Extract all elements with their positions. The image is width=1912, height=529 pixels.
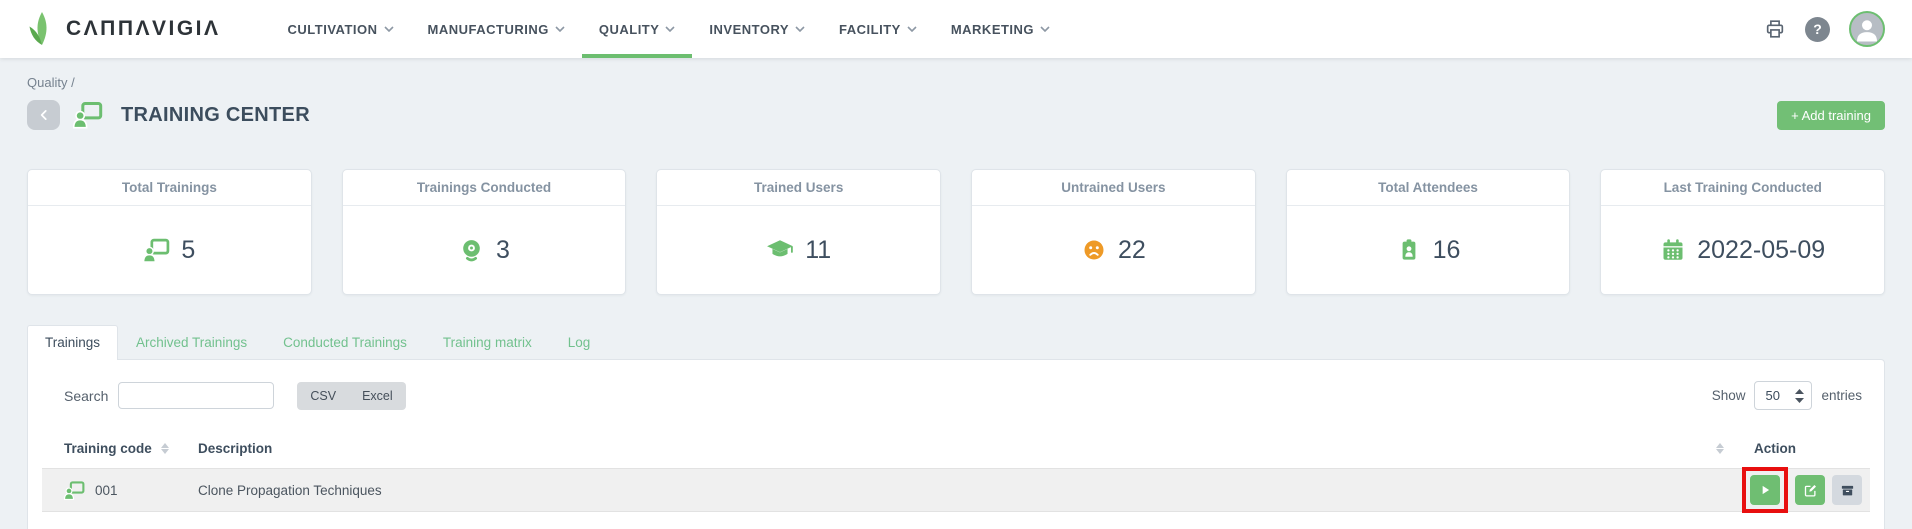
chevron-down-icon <box>665 26 675 32</box>
nav-item-manufacturing[interactable]: MANUFACTURING <box>411 0 582 58</box>
chevron-down-icon <box>555 26 565 32</box>
back-button[interactable] <box>27 100 60 130</box>
stat-value: 5 <box>181 236 195 265</box>
nav-item-facility[interactable]: FACILITY <box>822 0 934 58</box>
table-row: 001 Clone Propagation Techniques <box>42 468 1870 512</box>
stat-value: 11 <box>805 236 831 265</box>
tab-trainings[interactable]: Trainings <box>27 325 118 360</box>
stat-card-last-training-conducted: Last Training Conducted 2022-05-09 <box>1600 169 1885 295</box>
badge-icon <box>1396 237 1422 263</box>
highlight-box <box>1742 467 1788 513</box>
edit-icon <box>1803 483 1818 498</box>
chevron-down-icon <box>1040 26 1050 32</box>
print-button[interactable] <box>1764 18 1786 40</box>
stat-card-trainings-conducted: Trainings Conducted 3 <box>342 169 627 295</box>
column-header-description: Description <box>198 441 272 456</box>
brand-wordmark: CΛΠΠΛVIGIΛ <box>66 17 221 41</box>
nav-item-inventory[interactable]: INVENTORY <box>692 0 822 58</box>
nav-item-marketing[interactable]: MARKETING <box>934 0 1067 58</box>
trainings-panel: Search CSV Excel Show 50 entries <box>27 359 1885 529</box>
tab-conducted-trainings[interactable]: Conducted Trainings <box>265 325 425 359</box>
tab-bar: Trainings Archived Trainings Conducted T… <box>27 325 1885 359</box>
printer-icon <box>1764 18 1786 40</box>
search-label: Search <box>64 388 108 404</box>
column-header-training-code: Training code <box>64 441 152 456</box>
play-training-button[interactable] <box>1750 475 1780 505</box>
nav-item-quality[interactable]: QUALITY <box>582 0 693 58</box>
stat-label: Total Trainings <box>28 170 311 206</box>
nav-item-cultivation[interactable]: CULTIVATION <box>271 0 411 58</box>
sad-face-icon <box>1081 237 1107 263</box>
webcam-icon <box>458 237 485 264</box>
main-nav: CULTIVATION MANUFACTURING QUALITY INVENT… <box>271 0 1068 58</box>
breadcrumb[interactable]: Quality / <box>27 75 1885 90</box>
page-title: TRAINING CENTER <box>121 104 310 127</box>
entries-label: entries <box>1821 388 1862 403</box>
training-description: Clone Propagation Techniques <box>198 483 382 498</box>
chevron-down-icon <box>907 26 917 32</box>
training-icon <box>64 480 85 501</box>
stat-label: Trainings Conducted <box>343 170 626 206</box>
leaf-logo-icon <box>27 11 57 47</box>
user-avatar[interactable] <box>1849 11 1885 47</box>
show-label: Show <box>1712 388 1746 403</box>
stat-card-untrained-users: Untrained Users 22 <box>971 169 1256 295</box>
stat-card-total-trainings: Total Trainings 5 <box>27 169 312 295</box>
archive-training-button[interactable] <box>1832 475 1862 505</box>
add-training-button[interactable]: + Add training <box>1777 101 1885 130</box>
sort-icon[interactable] <box>161 443 169 454</box>
stepper-icon <box>1795 389 1804 403</box>
sort-icon[interactable] <box>1716 443 1724 454</box>
brand-logo[interactable]: CΛΠΠΛVIGIΛ <box>27 11 221 47</box>
training-icon <box>143 237 170 264</box>
tab-training-matrix[interactable]: Training matrix <box>425 325 550 359</box>
stat-label: Trained Users <box>657 170 940 206</box>
stat-value: 3 <box>496 236 510 265</box>
training-code: 001 <box>95 483 118 498</box>
help-button[interactable]: ? <box>1805 17 1830 42</box>
play-icon <box>1758 483 1772 497</box>
page-size-select[interactable]: 50 <box>1754 381 1812 410</box>
stat-value: 2022-05-09 <box>1697 236 1825 265</box>
top-navbar: CΛΠΠΛVIGIΛ CULTIVATION MANUFACTURING QUA… <box>0 0 1912 58</box>
stats-row: Total Trainings 5 Trainings Conducted <box>27 169 1885 295</box>
stat-value: 22 <box>1118 236 1146 265</box>
chevron-down-icon <box>795 26 805 32</box>
chevron-left-icon <box>37 108 51 122</box>
tab-log[interactable]: Log <box>550 325 609 359</box>
chevron-down-icon <box>384 26 394 32</box>
search-input[interactable] <box>118 382 274 409</box>
help-icon: ? <box>1805 17 1830 42</box>
stat-label: Total Attendees <box>1287 170 1570 206</box>
training-icon <box>73 100 103 130</box>
trainings-table: Training code Description Action <box>42 431 1870 512</box>
archive-box-icon <box>1840 483 1855 498</box>
stat-card-total-attendees: Total Attendees 16 <box>1286 169 1571 295</box>
stat-value: 16 <box>1433 236 1461 265</box>
edit-training-button[interactable] <box>1795 475 1825 505</box>
stat-label: Last Training Conducted <box>1601 170 1884 206</box>
graduation-cap-icon <box>766 236 794 264</box>
stat-label: Untrained Users <box>972 170 1255 206</box>
calendar-icon <box>1660 237 1686 263</box>
person-icon <box>1852 14 1882 44</box>
export-excel-button[interactable]: Excel <box>349 382 406 410</box>
page-size-value: 50 <box>1765 388 1779 403</box>
column-header-action: Action <box>1754 441 1796 456</box>
export-csv-button[interactable]: CSV <box>297 382 349 410</box>
tab-archived-trainings[interactable]: Archived Trainings <box>118 325 265 359</box>
stat-card-trained-users: Trained Users 11 <box>656 169 941 295</box>
export-button-group: CSV Excel <box>297 382 405 410</box>
